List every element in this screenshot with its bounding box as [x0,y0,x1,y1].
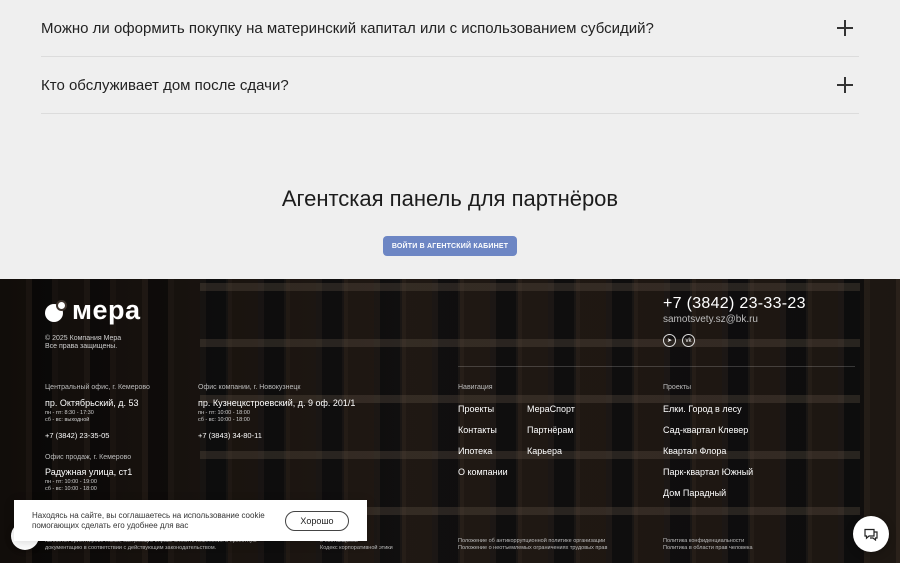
nav-link-partners[interactable]: Партнёрам [527,425,574,435]
navigation-label: Навигация [458,384,493,391]
agent-panel-title: Агентская панель для партнёров [281,186,619,211]
company-office-hours: пн - пт: 10:00 - 18:00 сб - вс: 10:00 - … [198,410,250,423]
telegram-icon[interactable]: ➤ [663,334,676,347]
agent-login-button[interactable]: ВОЙТИ В АГЕНТСКИЙ КАБИНЕТ [383,236,517,256]
project-link[interactable]: Парк-квартал Южный [663,467,753,477]
cookie-text: Находясь на сайте, вы соглашаетесь на ис… [32,511,265,530]
nav-link-about[interactable]: О компании [458,467,508,477]
plus-icon[interactable] [837,77,853,93]
nav-link-mortgage[interactable]: Ипотека [458,446,492,456]
projects-label: Проекты [663,384,692,391]
company-office-phone[interactable]: +7 (3843) 34-80-11 [198,431,262,440]
faq-item[interactable]: Кто обслуживает дом после сдачи? [41,57,859,114]
project-link[interactable]: Квартал Флора [663,446,726,456]
faq-item[interactable]: Можно ли оформить покупку на материнский… [41,0,859,57]
logo[interactable]: мера [45,295,141,326]
footer-email[interactable]: samotsvety.sz@bk.ru [663,314,758,325]
project-link[interactable]: Елки. Город в лесу [663,404,742,414]
chat-button[interactable] [853,516,889,552]
central-office-label: Центральный офис, г. Кемерово [45,384,150,391]
sales-office-hours: пн - пт: 10:00 - 19:00 сб - вс: 10:00 - … [45,479,97,492]
divider [458,366,855,367]
legal-links-col4[interactable]: Политика конфиденциальности Политика в о… [663,538,753,552]
cookie-banner: Находясь на сайте, вы соглашаетесь на ис… [14,500,367,541]
nav-link-contacts[interactable]: Контакты [458,425,497,435]
faq-question: Можно ли оформить покупку на материнский… [41,19,654,37]
sales-office-label: Офис продаж, г. Кемерово [45,454,132,461]
cookie-accept-button[interactable]: Хорошо [285,511,349,531]
copyright: © 2025 Компания Мера Все права защищены. [45,335,122,350]
chat-icon [864,528,878,541]
nav-link-projects[interactable]: Проекты [458,404,494,414]
faq-question: Кто обслуживает дом после сдачи? [41,76,289,94]
footer-phone[interactable]: +7 (3842) 23-33-23 [663,295,806,313]
nav-link-sport[interactable]: МераСпорт [527,404,575,414]
faq-list: Можно ли оформить покупку на материнский… [41,0,859,114]
project-link[interactable]: Дом Парадный [663,488,726,498]
company-office-label: Офис компании, г. Новокузнецк [198,384,301,391]
central-office-phone[interactable]: +7 (3842) 23-35-05 [45,431,109,440]
central-office-address: пр. Октябрьский, д. 53 [45,398,139,408]
project-link[interactable]: Сад-квартал Клевер [663,425,748,435]
company-office-address: пр. Кузнецкстроевский, д. 9 оф. 201/1 [198,398,356,408]
nav-link-career[interactable]: Карьера [527,446,562,456]
plus-icon[interactable] [837,20,853,36]
legal-links-col3[interactable]: Положение об антикоррупционной политике … [458,538,607,552]
central-office-hours: пн - пт: 8:30 - 17:30 сб - вс: выходной [45,410,94,423]
logo-icon [45,299,67,322]
vk-icon[interactable]: vk [682,334,695,347]
sales-office-address: Радужная улица, ст1 [45,467,133,477]
